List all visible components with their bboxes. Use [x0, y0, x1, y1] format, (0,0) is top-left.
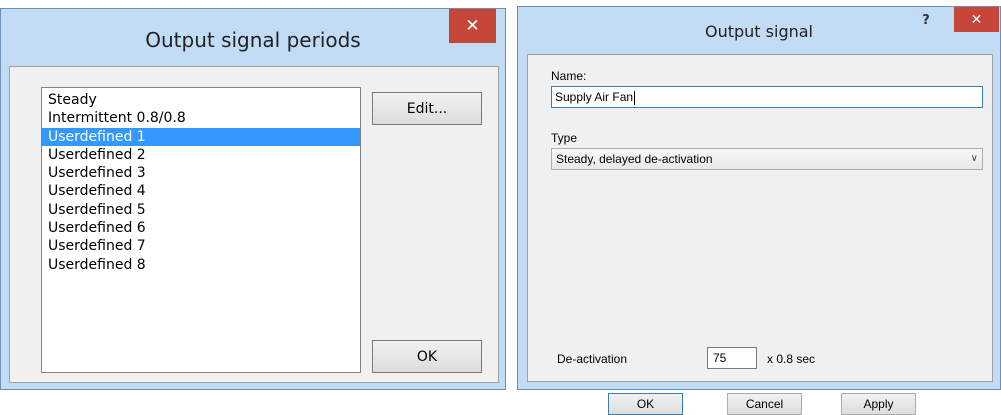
edit-button[interactable]: Edit...: [372, 92, 482, 125]
list-item[interactable]: Userdefined 7: [42, 237, 360, 255]
apply-button[interactable]: Apply: [841, 393, 916, 415]
list-item[interactable]: Userdefined 1: [42, 127, 360, 146]
title-bar[interactable]: Output signal periods ✕: [1, 9, 505, 66]
list-item[interactable]: Userdefined 2: [42, 146, 360, 164]
cancel-button[interactable]: Cancel: [727, 393, 802, 415]
ok-button[interactable]: OK: [608, 393, 683, 415]
deactivation-label: De-activation: [557, 352, 628, 366]
dialog-title: Output signal periods: [145, 28, 361, 52]
dialog-body: Steady Intermittent 0.8/0.8 Userdefined 1U…: [9, 66, 499, 383]
type-label: Type: [551, 131, 578, 145]
divider: [507, 0, 517, 390]
list-item[interactable]: Steady: [42, 91, 360, 109]
list-item[interactable]: Intermittent 0.8/0.8: [42, 109, 360, 127]
list-item[interactable]: Userdefined 8: [42, 256, 360, 274]
chevron-down-icon: ∨: [970, 153, 978, 164]
list-item[interactable]: Userdefined 4: [42, 182, 360, 200]
text-caret: [634, 90, 636, 105]
list-item[interactable]: Userdefined 3: [42, 164, 360, 182]
help-icon[interactable]: ?: [911, 9, 941, 33]
deactivation-unit: x 0.8 sec: [767, 352, 816, 366]
close-icon[interactable]: ✕: [954, 7, 999, 32]
periods-listbox[interactable]: Steady Intermittent 0.8/0.8 Userdefined 1U…: [41, 87, 361, 373]
close-icon[interactable]: ✕: [449, 9, 496, 43]
name-label: Name:: [551, 69, 587, 83]
output-signal-dialog: Output signal ? ✕ Name: Supply Air Fan T…: [517, 6, 1001, 415]
name-input[interactable]: Supply Air Fan: [551, 86, 983, 108]
name-value: Supply Air Fan: [555, 90, 634, 104]
dialog-body: Name: Supply Air Fan Type Steady, delaye…: [527, 54, 993, 415]
list-item[interactable]: Userdefined 6: [42, 219, 360, 237]
type-selected-value: Steady, delayed de-activation: [556, 152, 713, 166]
list-item[interactable]: Userdefined 5: [42, 201, 360, 219]
output-signal-periods-dialog: Output signal periods ✕ Steady Intermitte…: [0, 8, 506, 390]
type-dropdown[interactable]: Steady, delayed de-activation ∨: [551, 148, 983, 170]
ok-button[interactable]: OK: [372, 340, 482, 373]
deactivation-input[interactable]: 75: [707, 347, 757, 369]
